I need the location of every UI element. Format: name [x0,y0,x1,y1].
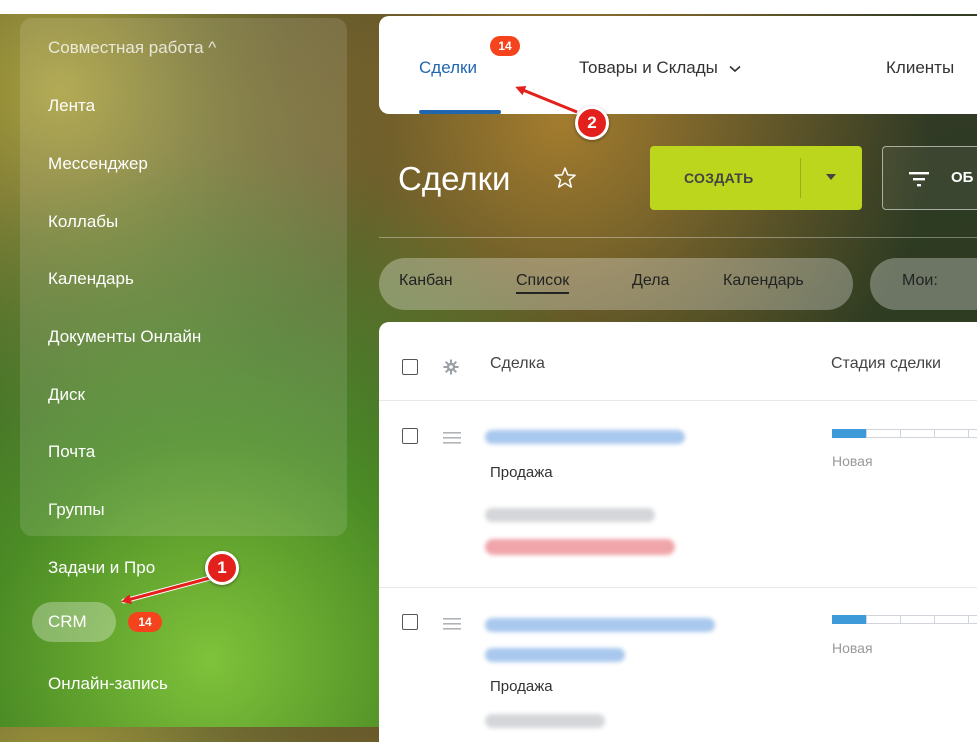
column-deal[interactable]: Сделка [490,355,545,373]
sidebar-item-crm[interactable]: CRM [32,602,116,642]
view-calendar[interactable]: Календарь [723,272,804,290]
create-button[interactable]: СОЗДАТЬ [650,146,862,210]
stage-segment [900,429,935,438]
stage-progress-bar[interactable] [832,429,977,438]
stage-segment [832,429,867,438]
caret-down-icon[interactable] [826,174,836,180]
callout-marker-1: 1 [205,551,239,585]
stage-segment [866,615,901,624]
sidebar-item-tasks[interactable]: Задачи и Про [48,557,155,579]
top-strip [0,0,977,14]
stage-label: Новая [832,453,873,469]
stage-segment [934,615,969,624]
sidebar-item-calendar[interactable]: Календарь [48,268,134,290]
deal-client-blurred [485,508,655,522]
sidebar-item-groups[interactable]: Группы [48,499,105,521]
stage-segment [968,615,977,624]
deal-category: Продажа [490,464,553,481]
arrow-to-crm [121,575,213,604]
deal-title-link-blurred[interactable] [485,430,685,444]
mine-filter-label: Мои: [902,272,938,289]
sidebar-item-online-booking[interactable]: Онлайн-запись [48,673,168,695]
stage-segment [832,615,867,624]
deal-title-link-blurred[interactable] [485,618,715,632]
sidebar-item-feed[interactable]: Лента [48,95,95,117]
view-list[interactable]: Список [516,272,570,294]
tab-deals[interactable]: Сделки [419,58,477,78]
sidebar-item-crm-label: CRM [48,612,87,631]
grid-row-separator [379,587,977,588]
star-icon[interactable] [552,165,578,191]
deal-tag-blurred [485,539,675,555]
row-checkbox[interactable] [402,614,418,630]
sidebar-group-header[interactable]: Совместная работа ^ [48,37,216,59]
filter-icon [909,172,929,187]
create-button-divider [800,158,801,198]
drag-handle-icon[interactable] [443,618,461,630]
stage-segment [900,615,935,624]
grid-header-separator [379,400,977,401]
tab-deals-underline [419,110,501,114]
sidebar-item-mail[interactable]: Почта [48,441,95,463]
page-title: Сделки [398,160,511,197]
stage-label: Новая [832,640,873,656]
drag-handle-icon[interactable] [443,432,461,444]
sidebar-item-collabs[interactable]: Коллабы [48,211,118,233]
row-checkbox[interactable] [402,428,418,444]
callout-marker-2: 2 [575,106,609,140]
create-button-label: СОЗДАТЬ [684,170,754,186]
mine-filter[interactable]: Мои: [870,258,977,310]
gear-icon[interactable] [443,359,459,375]
sidebar-item-messenger[interactable]: Мессенджер [48,153,148,175]
chevron-down-icon [729,65,741,72]
filter-button-label: ОБ [951,169,974,186]
filter-button[interactable]: ОБ [882,146,977,210]
tab-goods-warehouses[interactable]: Товары и Склады [579,58,741,78]
stage-segment [866,429,901,438]
crm-counter-badge: 14 [128,612,162,632]
stage-progress-bar[interactable] [832,615,977,624]
stage-segment [934,429,969,438]
view-activities[interactable]: Дела [632,272,669,290]
deal-client-blurred [485,714,605,728]
deals-grid: Сделка Стадия сделки Продажа Новая Прода… [379,322,977,742]
view-switcher: Канбан Список Дела Календарь [379,258,853,310]
sidebar-item-disk[interactable]: Диск [48,384,85,406]
select-all-checkbox[interactable] [402,359,418,375]
column-stage[interactable]: Стадия сделки [831,355,941,373]
view-kanban[interactable]: Канбан [399,272,453,290]
title-divider [379,237,977,238]
sidebar-item-docs-online[interactable]: Документы Онлайн [48,326,201,348]
tab-clients[interactable]: Клиенты [886,58,954,78]
tab-goods-label: Товары и Склады [579,58,718,77]
deal-category: Продажа [490,678,553,695]
stage-segment [968,429,977,438]
deals-counter-badge: 14 [490,36,520,56]
deal-title-link-blurred[interactable] [485,648,625,662]
